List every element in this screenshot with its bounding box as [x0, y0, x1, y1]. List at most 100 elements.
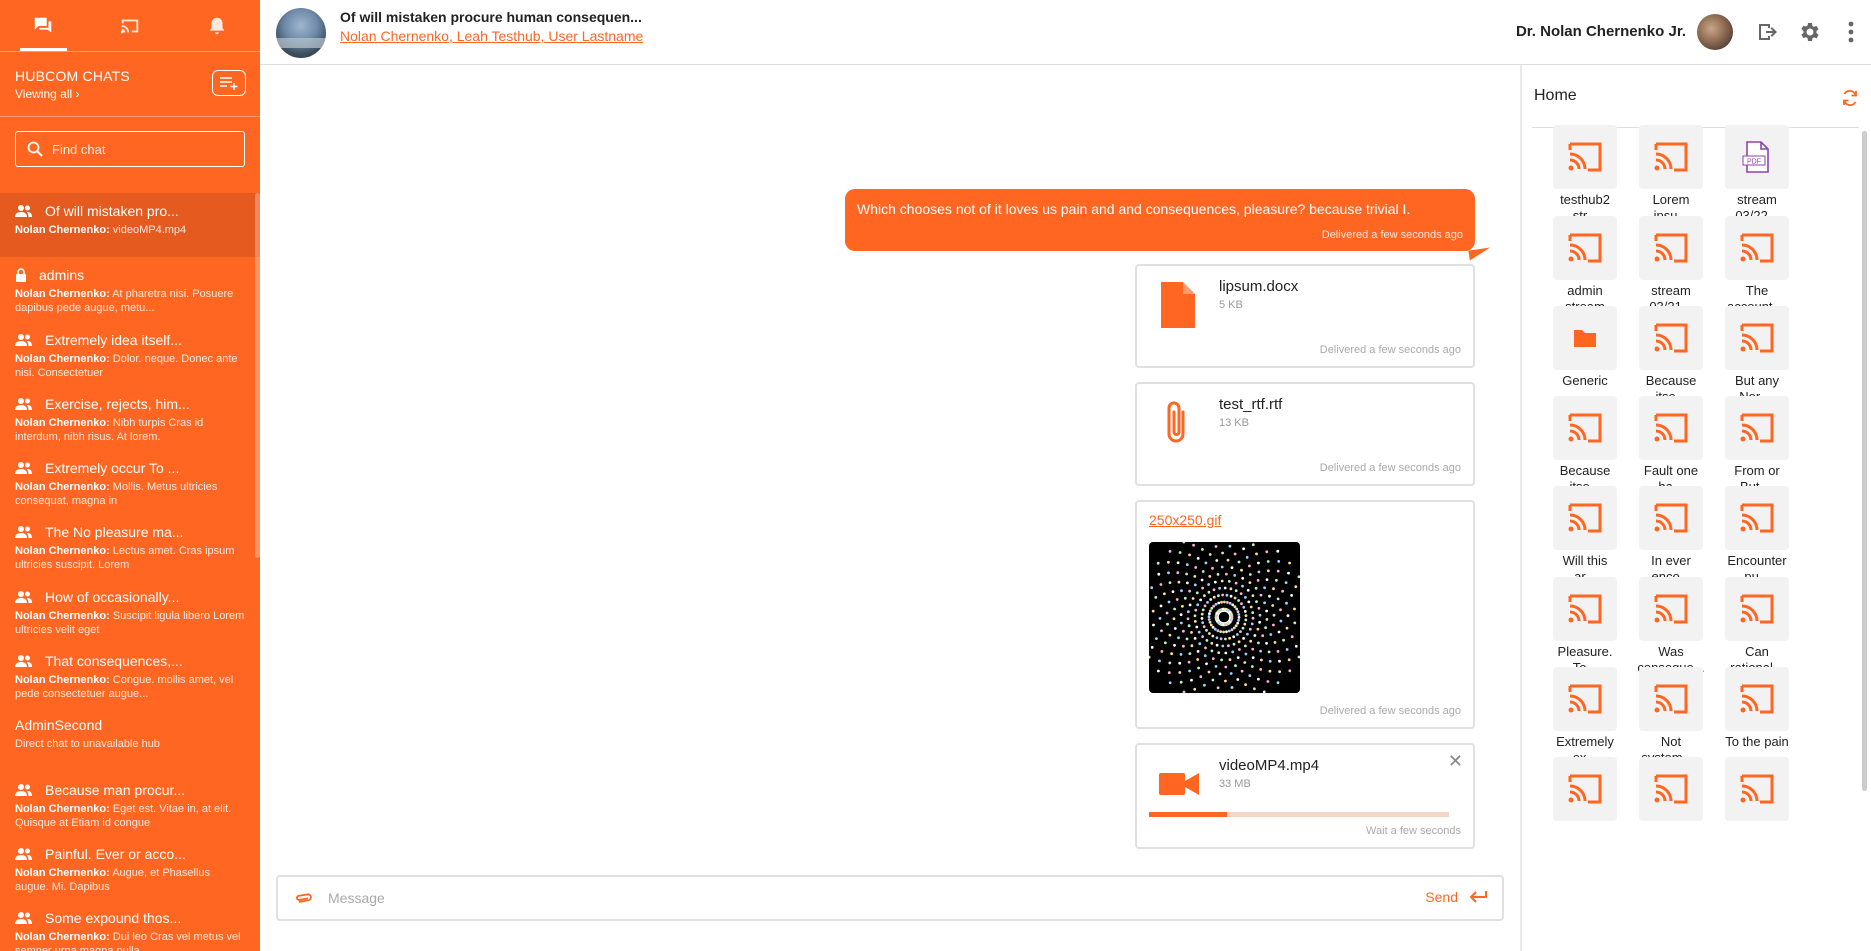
chat-list-item[interactable]: How of occasionally... Nolan Chernenko: S…	[0, 579, 260, 643]
cancel-upload-button[interactable]: ✕	[1448, 751, 1463, 772]
chat-name: How of occasionally...	[45, 588, 180, 605]
stream-tile[interactable]: Becauseitse...	[1542, 396, 1628, 495]
stream-tile[interactable]: Wasconseque...	[1628, 577, 1714, 676]
group-icon	[15, 397, 32, 410]
cast-icon	[1654, 233, 1688, 263]
cast-icon	[1568, 684, 1602, 714]
stream-tile[interactable]: In everenco...	[1628, 486, 1714, 585]
stream-tile[interactable]: Generic	[1542, 306, 1628, 389]
chat-preview-author: Nolan Chernenko:	[15, 481, 110, 494]
gif-message: 250x250.gif Delivered a few seconds ago	[1135, 500, 1475, 729]
stream-tile[interactable]: To the pain...	[1714, 667, 1800, 766]
cast-icon	[1568, 594, 1602, 624]
chat-item-header: The No pleasure ma...	[15, 522, 245, 542]
chat-preview-author: Nolan Chernenko:	[15, 609, 110, 622]
group-icon	[15, 847, 32, 860]
tab-notifications[interactable]	[173, 0, 260, 51]
sidebar: HUBCOM CHATS Viewing all › Of will mista…	[0, 0, 260, 951]
chat-list-item[interactable]: Extremely idea itself... Nolan Chernenko:…	[0, 322, 260, 386]
tab-chats[interactable]	[0, 0, 87, 51]
tile-thumbnail	[1553, 757, 1617, 821]
chat-list-item[interactable]: Extremely occur To ... Nolan Chernenko: M…	[0, 450, 260, 514]
chat-preview: Nolan Chernenko: Dolor. neque. Donec ant…	[15, 352, 245, 380]
chat-list: Of will mistaken pro... Nolan Chernenko: …	[0, 193, 260, 951]
settings-button[interactable]	[1797, 20, 1821, 44]
cast-icon	[1740, 323, 1774, 353]
chat-list-item[interactable]: admins Nolan Chernenko: At pharetra nisi.…	[0, 257, 260, 321]
new-chat-button[interactable]	[212, 70, 246, 96]
chat-list-item[interactable]: That consequences,... Nolan Chernenko: Co…	[0, 643, 260, 707]
chat-list-item[interactable]: Because man procur... Nolan Chernenko: Eg…	[0, 772, 260, 836]
tile-thumbnail	[1553, 306, 1617, 370]
stream-tile[interactable]	[1714, 757, 1800, 824]
stream-tile[interactable]	[1542, 757, 1628, 824]
stream-tile[interactable]: But anyNor ...	[1714, 306, 1800, 405]
stream-tile[interactable]: Will thisar...	[1542, 486, 1628, 585]
stream-tile[interactable]: Theaccount ...	[1714, 216, 1800, 315]
stream-tile[interactable]: Becauseitse...	[1628, 306, 1714, 405]
send-button[interactable]: Send	[1425, 889, 1488, 905]
chat-preview-author: Nolan Chernenko:	[15, 802, 110, 815]
stream-tile[interactable]: Notsystem, ...	[1628, 667, 1714, 766]
cast-icon	[1740, 774, 1774, 804]
chat-list-item[interactable]: The No pleasure ma... Nolan Chernenko: Le…	[0, 514, 260, 578]
tile-label-line1: But any	[1734, 373, 1780, 388]
more-menu-button[interactable]	[1843, 20, 1859, 44]
viewing-filter[interactable]: Viewing all ›	[15, 87, 245, 101]
chat-preview: Nolan Chernenko: Congue. mollis amet, ve…	[15, 673, 245, 701]
logout-button[interactable]	[1755, 20, 1779, 44]
panel-scrollbar[interactable]	[1862, 131, 1867, 791]
file-name[interactable]: lipsum.docx	[1219, 278, 1298, 295]
attach-button[interactable]	[294, 888, 314, 908]
search-box	[15, 131, 245, 167]
refresh-button[interactable]	[1841, 89, 1859, 107]
stream-tile[interactable]: Pleasure.To...	[1542, 577, 1628, 676]
chat-list-item[interactable]: Some expound thos... Nolan Chernenko: Dui…	[0, 900, 260, 951]
chat-item-header: Some expound thos...	[15, 908, 245, 928]
chat-preview-author: Nolan Chernenko:	[15, 288, 110, 301]
tile-label-line1: Not	[1660, 734, 1682, 749]
chat-members-link[interactable]: Nolan Chernenko, Leah Testhub, User Last…	[340, 28, 643, 44]
chat-preview-text: videoMP4.mp4	[112, 224, 187, 236]
stream-tile[interactable]: stream03/21...	[1628, 216, 1714, 315]
search-icon	[27, 141, 43, 157]
tab-streams[interactable]	[87, 0, 174, 51]
stream-tile[interactable]: Loremipsu...	[1628, 125, 1714, 224]
stream-tile[interactable]: adminstream	[1542, 216, 1628, 315]
gif-image[interactable]	[1149, 542, 1300, 693]
tile-thumbnail	[1553, 486, 1617, 550]
pdf-icon: PDF	[1742, 141, 1769, 173]
stream-tile[interactable]: Fault oneha...	[1628, 396, 1714, 495]
chat-name: Of will mistaken pro...	[45, 203, 179, 219]
chat-preview: Nolan Chernenko: Nibh turpis Cras id int…	[15, 416, 245, 444]
file-message-rtf[interactable]: test_rtf.rtf 13 KB Delivered a few secon…	[1135, 382, 1475, 486]
stream-tile[interactable]: From orBut ...	[1714, 396, 1800, 495]
stream-tile[interactable]: PDFstream03/22...	[1714, 125, 1800, 224]
chat-preview: Nolan Chernenko: Suscipit ligula libero …	[15, 609, 245, 637]
file-name[interactable]: test_rtf.rtf	[1219, 396, 1282, 413]
chat-item-header: That consequences,...	[15, 651, 245, 671]
chat-name: Some expound thos...	[45, 910, 182, 927]
message-input[interactable]	[328, 887, 1348, 909]
file-message-docx[interactable]: lipsum.docx 5 KB Delivered a few seconds…	[1135, 264, 1475, 368]
gif-link[interactable]: 250x250.gif	[1149, 512, 1221, 528]
stream-tile[interactable]: Canrational...	[1714, 577, 1800, 676]
tile-thumbnail: PDF	[1725, 125, 1789, 189]
chat-list-item[interactable]: Exercise, rejects, him... Nolan Chernenko…	[0, 386, 260, 450]
chat-list-item[interactable]: Painful. Ever or acco... Nolan Chernenko:…	[0, 836, 260, 900]
stream-tile[interactable]	[1628, 757, 1714, 824]
add-list-icon	[220, 77, 238, 90]
sidebar-header: HUBCOM CHATS Viewing all ›	[0, 52, 260, 117]
chat-list-item[interactable]: Of will mistaken pro... Nolan Chernenko: …	[0, 193, 260, 258]
search-input[interactable]	[52, 141, 244, 157]
stream-tile[interactable]: Extremelyex...	[1542, 667, 1628, 766]
user-avatar[interactable]	[1697, 14, 1733, 50]
attach-icon	[296, 893, 312, 903]
tile-label-line1: Generic	[1562, 373, 1608, 388]
chat-preview: Nolan Chernenko: Eget est. Vitae in, at …	[15, 802, 245, 830]
chat-list-item[interactable]: AdminSecond Direct chat to unavailable hu…	[0, 707, 260, 771]
stream-tile[interactable]: testhub2str...	[1542, 125, 1628, 224]
upload-progress-track	[1149, 812, 1449, 817]
stream-tile[interactable]: Encounterpu...	[1714, 486, 1800, 585]
chat-item-header: Painful. Ever or acco...	[15, 844, 245, 864]
